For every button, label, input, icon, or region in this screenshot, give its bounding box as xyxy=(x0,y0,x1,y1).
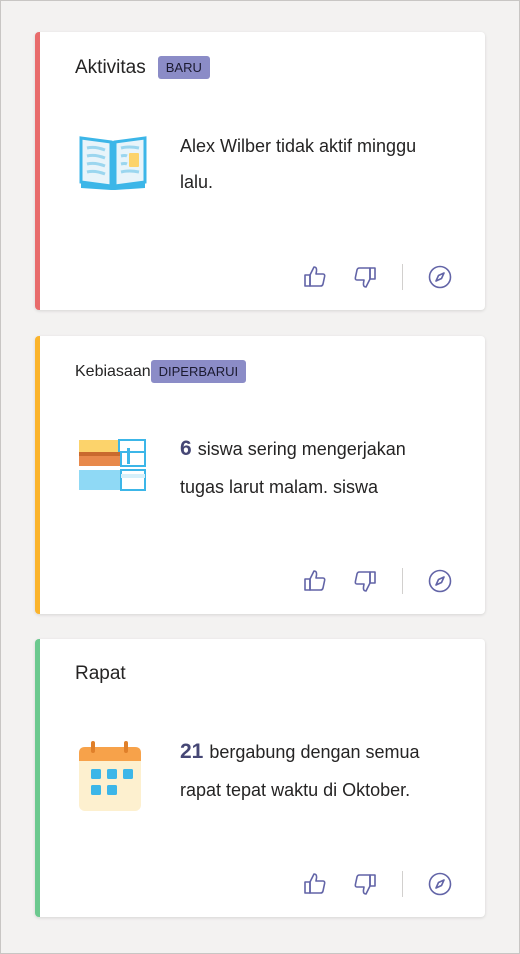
divider xyxy=(402,568,403,594)
card-actions xyxy=(300,566,455,596)
insight-card-activity: Aktivitas BARU Alex Wilber tidak aktif m… xyxy=(35,32,485,310)
card-title: Kebiasaan xyxy=(75,362,151,380)
thumbs-up-icon[interactable] xyxy=(300,869,330,899)
insight-message: 21 bergabung dengan semua rapat tepat wak… xyxy=(180,733,450,809)
updated-badge: DIPERBARUI xyxy=(150,360,247,383)
divider xyxy=(402,264,403,290)
divider xyxy=(402,871,403,897)
thumbs-up-icon[interactable] xyxy=(300,262,330,292)
insight-message: 6 siswa sering mengerjakan tugas larut ma… xyxy=(180,430,450,506)
book-stack-icon xyxy=(77,434,149,506)
message-text: bergabung dengan semua rapat tepat waktu… xyxy=(180,742,420,800)
card-header: Aktivitas BARU xyxy=(75,56,210,79)
insight-card-meetings: Rapat 21 bergabung dengan semua rapat tep… xyxy=(35,639,485,917)
thumbs-down-icon[interactable] xyxy=(350,262,380,292)
message-text: Alex Wilber tidak aktif minggu lalu. xyxy=(180,136,417,192)
insight-message: Alex Wilber tidak aktif minggu lalu. xyxy=(180,128,450,200)
thumbs-up-icon[interactable] xyxy=(300,566,330,596)
compass-icon[interactable] xyxy=(425,262,455,292)
card-actions xyxy=(300,262,455,292)
card-actions xyxy=(300,869,455,899)
thumbs-down-icon[interactable] xyxy=(350,566,380,596)
student-count: 21 xyxy=(180,740,204,763)
student-count: 6 xyxy=(180,437,192,460)
compass-icon[interactable] xyxy=(425,566,455,596)
card-title: Aktivitas xyxy=(75,56,146,78)
card-header: Rapat xyxy=(75,663,126,685)
message-text: siswa sering mengerjakan tugas larut mal… xyxy=(180,439,406,497)
new-badge: BARU xyxy=(157,56,210,79)
compass-icon[interactable] xyxy=(425,869,455,899)
card-title: Rapat xyxy=(75,663,126,684)
open-book-icon xyxy=(77,126,149,198)
thumbs-down-icon[interactable] xyxy=(350,869,380,899)
calendar-icon xyxy=(77,741,149,813)
card-header: Kebiasaan DIPERBARUI xyxy=(75,360,247,383)
insight-card-habits: Kebiasaan DIPERBARUI 6 siswa sering menge… xyxy=(35,336,485,614)
